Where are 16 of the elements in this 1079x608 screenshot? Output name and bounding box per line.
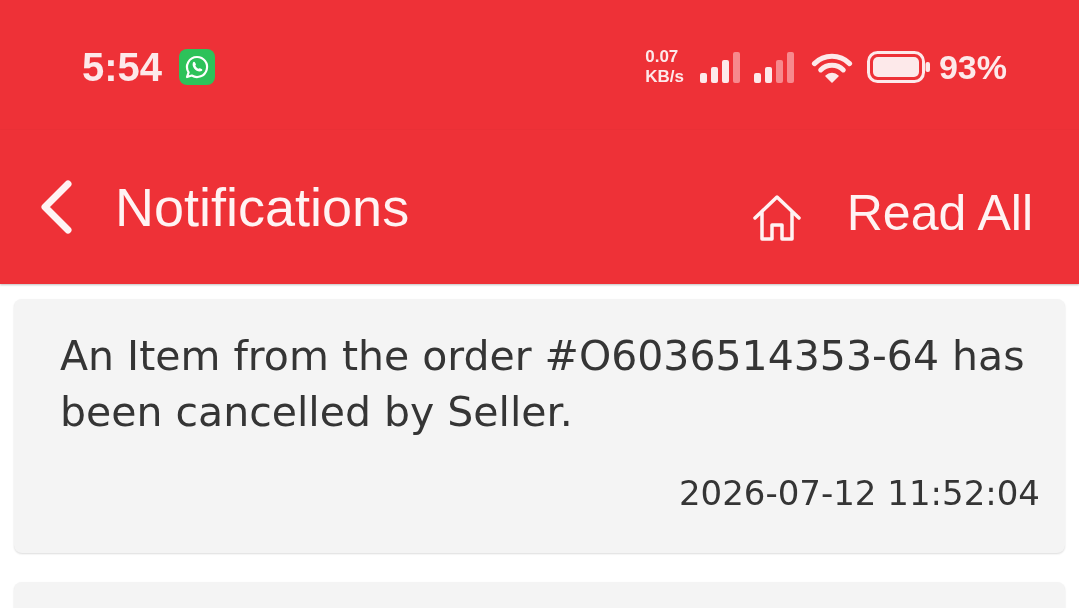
network-speed-unit: KB/s: [645, 67, 684, 87]
signal-icon: [753, 51, 794, 83]
notification-time: 2026-07-12 11:52:04: [678, 473, 1040, 513]
notification-card[interactable]: An Item from the order #O6036514353-64 has been cancelled by Seller. 2026-07-12 11:52:04: [14, 299, 1065, 553]
home-icon[interactable]: [751, 193, 802, 243]
wifi-icon: [810, 51, 853, 83]
battery-icon: [866, 51, 931, 83]
status-time: 5:54: [82, 44, 163, 90]
battery-percent: 93%: [938, 47, 1007, 87]
notification-message: An Item from the order #O6036514353-64 has been cancelled by Seller.: [60, 331, 1026, 438]
read-all-button[interactable]: Read All: [846, 184, 1033, 242]
network-speed-value: 0.07: [645, 47, 679, 67]
page-title: Notifications: [115, 176, 410, 238]
signal-icon: [699, 51, 740, 83]
back-icon[interactable]: [38, 180, 72, 234]
phone-bubble-icon: [179, 49, 216, 85]
